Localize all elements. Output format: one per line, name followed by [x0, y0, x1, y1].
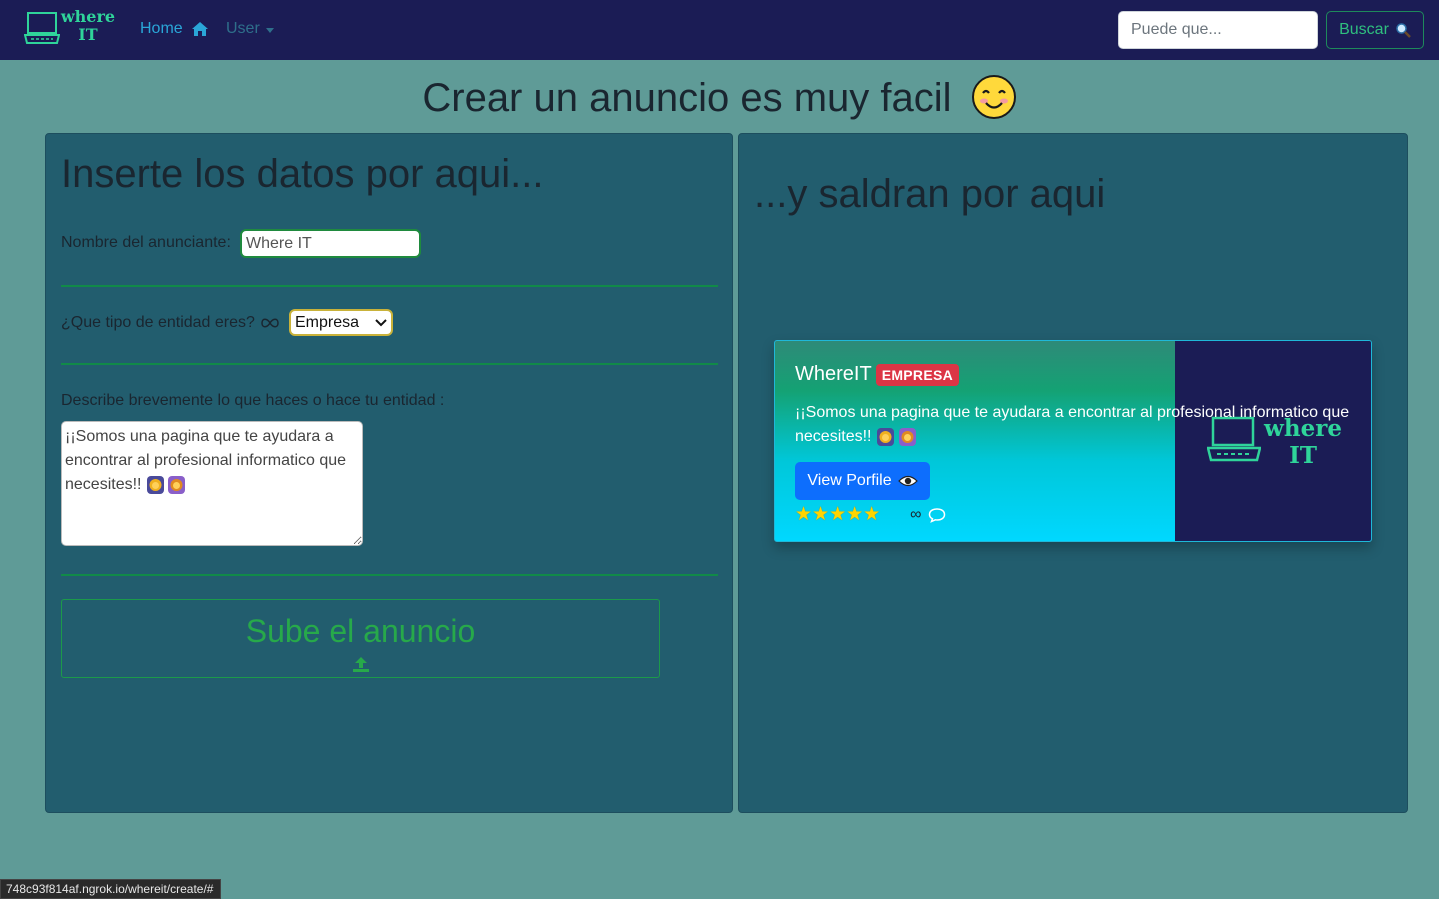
card-description: ¡¡Somos una pagina que te ayudara a enco…	[795, 401, 1365, 449]
chevron-down-icon	[375, 318, 387, 326]
search-button[interactable]: Buscar	[1326, 11, 1424, 49]
navbar: where IT Home User Buscar	[0, 0, 1439, 60]
description-label: Describe brevemente lo que haces o hace …	[61, 392, 445, 409]
divider	[61, 363, 718, 365]
eye-icon	[897, 475, 918, 487]
preview-panel: ...y saldran por aqui where IT WhereIT E…	[738, 133, 1408, 813]
card-title: WhereIT EMPRESA	[795, 363, 960, 386]
entity-badge: EMPRESA	[875, 363, 960, 386]
card-title-text: WhereIT	[795, 363, 872, 385]
laptop-logo-icon	[24, 12, 60, 44]
home-icon	[191, 22, 208, 36]
description-text: ¡¡Somos una pagina que te ayudara a enco…	[65, 428, 347, 493]
divider	[61, 574, 718, 576]
smiling-face-icon	[971, 75, 1016, 120]
chevron-down-icon	[265, 27, 274, 33]
submit-ad-button[interactable]: Sube el anuncio	[61, 599, 660, 678]
entity-type-select[interactable]: Empresa	[289, 309, 393, 336]
name-label: Nombre del anunciante:	[61, 234, 231, 251]
nav-user-dropdown[interactable]: User	[226, 20, 274, 38]
entity-type-selected: Empresa	[295, 313, 360, 331]
brand-line2: IT	[78, 25, 98, 44]
brand-text: where IT	[60, 8, 116, 44]
entity-type-label-text: ¿Que tipo de entidad eres?	[61, 314, 255, 331]
view-profile-label: View Porfile	[807, 472, 892, 489]
submit-ad-label: Sube el anuncio	[245, 613, 476, 649]
lion-emoji-icon	[146, 475, 185, 494]
description-textarea[interactable]: ¡¡Somos una pagina que te ayudara a enco…	[61, 421, 363, 546]
brand-logo[interactable]: where IT	[24, 8, 116, 48]
page-title: Crear un anuncio es muy facil	[0, 72, 1439, 124]
status-bar-url: 748c93f814af.ngrok.io/whereit/create/#	[0, 879, 221, 899]
nav-home-label: Home	[140, 20, 183, 37]
lion-emoji-icon	[876, 427, 916, 446]
nav-home-link[interactable]: Home	[140, 20, 209, 38]
page-title-text: Crear un anuncio es muy facil	[422, 76, 952, 120]
nav-user-label: User	[226, 20, 260, 37]
divider	[61, 285, 718, 287]
brand-line1: where	[60, 7, 116, 26]
view-profile-button[interactable]: View Porfile	[795, 462, 930, 500]
form-panel: Inserte los datos por aqui... Nombre del…	[45, 133, 733, 813]
search-input[interactable]	[1118, 11, 1318, 49]
star-rating: ★★★★★	[795, 504, 881, 525]
entity-type-label: ¿Que tipo de entidad eres?	[61, 314, 279, 332]
infinity-icon	[261, 318, 279, 328]
form-heading: Inserte los datos por aqui...	[61, 152, 544, 196]
ad-preview-card: where IT WhereIT EMPRESA ¡¡Somos una pag…	[774, 340, 1372, 542]
advertiser-name-input[interactable]	[240, 229, 421, 258]
search-icon	[1396, 23, 1411, 38]
comment-count: ∞	[910, 505, 922, 523]
upload-icon	[352, 657, 369, 672]
search-button-label: Buscar	[1339, 21, 1389, 38]
preview-heading: ...y saldran por aqui	[754, 172, 1106, 216]
card-footer: ★★★★★ ∞	[795, 503, 946, 526]
comment-icon[interactable]	[928, 507, 946, 523]
